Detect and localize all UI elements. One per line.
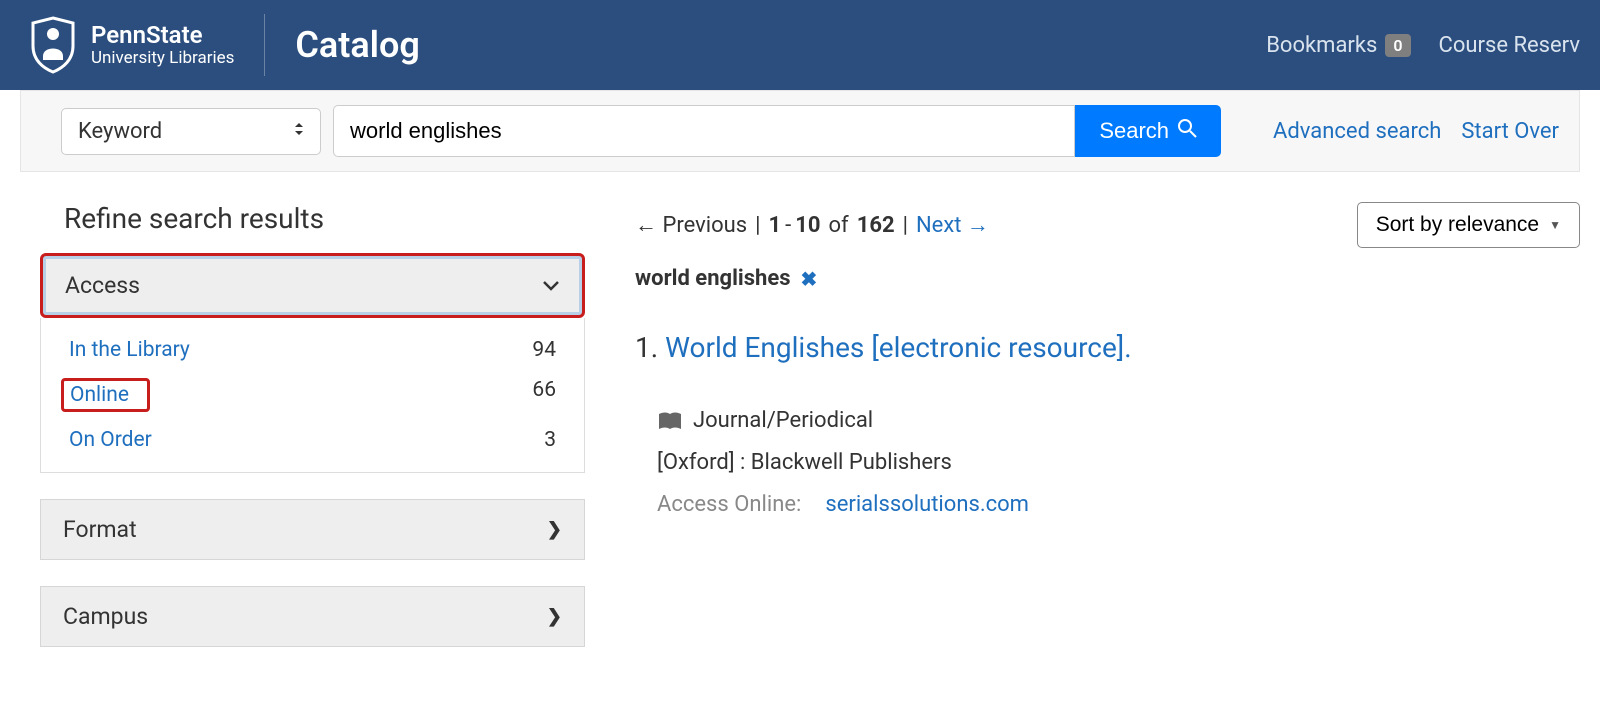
advanced-search-link[interactable]: Advanced search	[1273, 119, 1441, 144]
logo-block[interactable]: PennState University Libraries	[30, 14, 265, 76]
book-icon	[657, 411, 683, 431]
pager-next[interactable]: Next →	[916, 212, 989, 238]
logo-text: PennState University Libraries	[91, 22, 234, 67]
sort-button[interactable]: Sort by relevance ▼	[1357, 202, 1580, 248]
facet-format-header[interactable]: Format ❯	[40, 499, 585, 560]
pager-sep: |	[903, 213, 908, 238]
pager-end: 10	[795, 213, 820, 238]
facet-format-label: Format	[63, 516, 137, 543]
bookmarks-link[interactable]: Bookmarks 0	[1266, 33, 1410, 58]
shield-icon	[30, 16, 76, 74]
logo-title: PennState	[91, 22, 234, 48]
facet-access-label: Access	[65, 272, 140, 299]
refine-heading: Refine search results	[64, 202, 585, 235]
searchbar: Keyword Search Advanced search Start Ove…	[20, 90, 1580, 172]
result-number: 1.	[635, 331, 658, 364]
facet-item: In the Library 94	[41, 330, 584, 370]
pager-sep: |	[755, 213, 760, 238]
facet-campus-label: Campus	[63, 603, 148, 630]
pager-of: of	[829, 213, 849, 238]
chevron-right-icon: ❯	[547, 519, 562, 540]
course-reserves-link[interactable]: Course Reserv	[1439, 33, 1580, 58]
facet-campus-header[interactable]: Campus ❯	[40, 586, 585, 647]
result-meta: Journal/Periodical [Oxford] : Blackwell …	[635, 400, 1580, 525]
facet-link-in-library[interactable]: In the Library	[69, 338, 190, 362]
facet-item: On Order 3	[41, 420, 584, 460]
result-title-row: 1. World Englishes [electronic resource]…	[635, 331, 1580, 364]
facet-access-header[interactable]: Access	[40, 253, 585, 318]
search-icon	[1177, 118, 1197, 144]
facet-count: 94	[532, 338, 556, 362]
active-filter: world englishes ✖	[635, 266, 1580, 291]
sidebar: Refine search results Access In the Libr…	[40, 202, 585, 647]
pager-dash: -	[785, 213, 791, 238]
search-type-select[interactable]: Keyword	[61, 108, 321, 155]
header: PennState University Libraries Catalog B…	[0, 0, 1600, 90]
facet-access-body: In the Library 94 Online 66 On Order 3	[40, 318, 585, 473]
facet-count: 66	[532, 378, 556, 412]
facet-count: 3	[544, 428, 556, 452]
main: Refine search results Access In the Libr…	[0, 172, 1600, 667]
logo-subtitle: University Libraries	[91, 49, 234, 68]
facet-item: Online 66	[41, 370, 584, 420]
pager-previous: ← Previous	[635, 212, 747, 238]
result-access-row: Access Online: serialssolutions.com	[657, 484, 1580, 526]
chevron-down-icon	[542, 275, 560, 296]
search-button-label: Search	[1099, 118, 1169, 144]
result-type-row: Journal/Periodical	[657, 400, 1580, 442]
sort-icon	[294, 121, 304, 141]
header-links: Bookmarks 0 Course Reserv	[1266, 33, 1580, 58]
pager-start: 1	[769, 213, 782, 238]
course-reserves-label: Course Reserv	[1439, 33, 1580, 58]
facet-link-on-order[interactable]: On Order	[69, 428, 152, 452]
search-type-label: Keyword	[78, 119, 162, 144]
result-title-link[interactable]: World Englishes [electronic resource].	[665, 331, 1132, 364]
sort-label: Sort by relevance	[1376, 213, 1539, 237]
remove-filter-icon[interactable]: ✖	[801, 267, 818, 291]
caret-down-icon: ▼	[1549, 218, 1561, 232]
content: ← Previous | 1 - 10 of 162 | Next → Sort…	[635, 202, 1580, 647]
pager-row: ← Previous | 1 - 10 of 162 | Next → Sort…	[635, 202, 1580, 248]
chevron-right-icon: ❯	[547, 606, 562, 627]
bookmarks-count-badge: 0	[1385, 34, 1410, 57]
app-title[interactable]: Catalog	[295, 24, 420, 66]
search-input[interactable]	[333, 105, 1075, 157]
access-link[interactable]: serialssolutions.com	[825, 484, 1029, 526]
start-over-link[interactable]: Start Over	[1461, 119, 1559, 144]
result-type: Journal/Periodical	[693, 400, 873, 442]
search-button[interactable]: Search	[1075, 105, 1221, 157]
bookmarks-label: Bookmarks	[1266, 33, 1377, 58]
pager: ← Previous | 1 - 10 of 162 | Next →	[635, 212, 989, 238]
result-publisher: [Oxford] : Blackwell Publishers	[657, 442, 1580, 484]
pager-total: 162	[857, 213, 895, 238]
search-links: Advanced search Start Over	[1273, 119, 1559, 144]
access-label: Access Online:	[657, 484, 801, 526]
facet-link-online[interactable]: Online	[61, 378, 150, 412]
active-filter-label: world englishes	[635, 266, 791, 291]
